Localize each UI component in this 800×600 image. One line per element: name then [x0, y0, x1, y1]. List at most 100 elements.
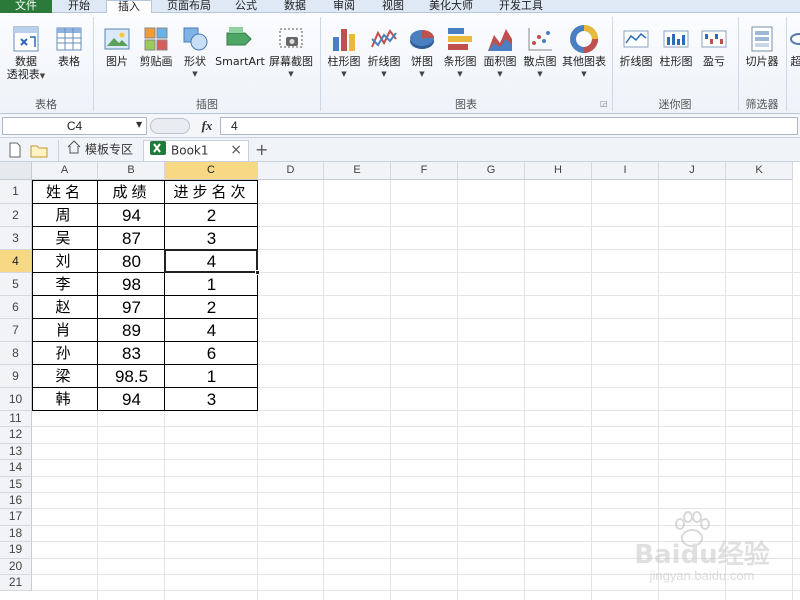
tab-review[interactable]: 审阅	[322, 0, 366, 13]
table-cell[interactable]: 2	[165, 204, 258, 227]
table-cell[interactable]: 梁	[32, 365, 98, 388]
row-header-2[interactable]: 2	[0, 204, 32, 227]
table-cell[interactable]: 1	[165, 273, 258, 296]
table-cell[interactable]: 周	[32, 204, 98, 227]
row-header-13[interactable]: 13	[0, 443, 32, 461]
table-cell[interactable]: 刘	[32, 250, 98, 273]
row-header-12[interactable]: 12	[0, 427, 32, 444]
table-cell[interactable]: 87	[98, 227, 165, 250]
fill-handle[interactable]	[255, 270, 260, 275]
selected-cell-outline[interactable]	[164, 249, 258, 273]
smartart-button[interactable]: SmartArt	[214, 25, 266, 68]
row-header-5[interactable]: 5	[0, 273, 32, 296]
table-cell[interactable]: 3	[165, 388, 258, 411]
new-file-icon[interactable]	[8, 142, 22, 161]
close-icon[interactable]: ×	[230, 141, 242, 160]
table-cell[interactable]: 98	[98, 273, 165, 296]
column-header-d[interactable]: D	[258, 162, 324, 180]
column-header-a[interactable]: A	[32, 162, 98, 180]
tab-view[interactable]: 视图	[370, 0, 416, 13]
table-cell[interactable]: 肖	[32, 319, 98, 342]
table-cell[interactable]: 83	[98, 342, 165, 365]
table-cell[interactable]: 6	[165, 342, 258, 365]
table-cell[interactable]: 李	[32, 273, 98, 296]
table-cell[interactable]: 97	[98, 296, 165, 319]
row-header-19[interactable]: 19	[0, 542, 32, 559]
column-header-b[interactable]: B	[98, 162, 165, 180]
screenshot-button[interactable]: 屏幕截图 ▼	[268, 25, 314, 81]
table-cell[interactable]: 孙	[32, 342, 98, 365]
table-button[interactable]: 表格	[52, 25, 86, 68]
table-cell[interactable]: 94	[98, 388, 165, 411]
row-header-11[interactable]: 11	[0, 411, 32, 428]
table-cell[interactable]: 赵	[32, 296, 98, 319]
row-header-15[interactable]: 15	[0, 476, 32, 493]
tab-insert[interactable]: 插入	[106, 0, 152, 14]
tab-template-zone[interactable]: 模板专区	[58, 140, 142, 161]
table-cell[interactable]: 吴	[32, 227, 98, 250]
tab-formulas[interactable]: 公式	[226, 0, 266, 13]
column-header-h[interactable]: H	[525, 162, 592, 180]
table-cell[interactable]: 89	[98, 319, 165, 342]
tab-data[interactable]: 数据	[272, 0, 318, 13]
chevron-down-icon[interactable]: ▼	[136, 120, 142, 129]
open-folder-icon[interactable]	[30, 142, 48, 161]
row-header-7[interactable]: 7	[0, 319, 32, 342]
column-header-e[interactable]: E	[324, 162, 391, 180]
column-header-g[interactable]: G	[458, 162, 525, 180]
clipart-button[interactable]: 剪贴画	[136, 25, 176, 68]
dialog-launcher-icon[interactable]: ◲	[600, 99, 608, 108]
sparkline-winloss-button[interactable]: 盈亏	[696, 25, 732, 68]
row-header-18[interactable]: 18	[0, 525, 32, 543]
tab-file[interactable]: 文件	[0, 0, 52, 13]
column-header-k[interactable]: K	[726, 162, 793, 180]
pivot-table-button[interactable]: 数据 透视表▼	[4, 25, 48, 83]
formula-input[interactable]: 4	[220, 117, 798, 135]
header-cell[interactable]: 姓名	[32, 180, 98, 204]
table-cell[interactable]: 韩	[32, 388, 98, 411]
scatter-chart-button[interactable]: 散点图 ▼	[520, 25, 560, 81]
column-header-c[interactable]: C	[165, 162, 258, 180]
table-cell[interactable]: 1	[165, 365, 258, 388]
row-header-10[interactable]: 10	[0, 388, 32, 411]
table-cell[interactable]: 2	[165, 296, 258, 319]
table-cell[interactable]: 3	[165, 227, 258, 250]
row-header-9[interactable]: 9	[0, 365, 32, 388]
header-cell[interactable]: 成绩	[98, 180, 165, 204]
row-header-17[interactable]: 17	[0, 509, 32, 526]
row-header-3[interactable]: 3	[0, 227, 32, 250]
other-charts-button[interactable]: 其他图表 ▼	[558, 25, 610, 81]
table-cell[interactable]: 4	[165, 319, 258, 342]
row-header-8[interactable]: 8	[0, 342, 32, 365]
tab-book1[interactable]: Book1 ×	[143, 140, 249, 161]
shapes-button[interactable]: 形状 ▼	[178, 25, 212, 81]
tab-home[interactable]: 开始	[55, 0, 103, 13]
add-tab-icon[interactable]: +	[255, 140, 268, 159]
column-header-i[interactable]: I	[592, 162, 659, 180]
tab-developer[interactable]: 开发工具	[490, 0, 552, 13]
slicer-button[interactable]: 切片器	[742, 25, 782, 68]
row-header-6[interactable]: 6	[0, 296, 32, 319]
row-header-21[interactable]: 21	[0, 575, 32, 592]
table-cell[interactable]: 94	[98, 204, 165, 227]
name-box[interactable]: C4	[2, 117, 147, 135]
formula-bar-splitter[interactable]	[150, 118, 190, 134]
bar-chart-button[interactable]: 条形图 ▼	[440, 25, 480, 81]
tab-page-layout[interactable]: 页面布局	[158, 0, 220, 13]
row-header-14[interactable]: 14	[0, 460, 32, 477]
picture-button[interactable]: 图片	[100, 25, 134, 68]
line-chart-button[interactable]: 折线图 ▼	[364, 25, 404, 81]
row-header-16[interactable]: 16	[0, 493, 32, 510]
table-cell[interactable]: 80	[98, 250, 165, 273]
sparkline-column-button[interactable]: 柱形图	[656, 25, 696, 68]
sparkline-line-button[interactable]: 折线图	[616, 25, 656, 68]
column-header-j[interactable]: J	[659, 162, 726, 180]
hyperlink-button[interactable]: 超	[789, 25, 800, 68]
column-chart-button[interactable]: 柱形图 ▼	[324, 25, 364, 81]
area-chart-button[interactable]: 面积图 ▼	[480, 25, 520, 81]
row-header-4[interactable]: 4	[0, 250, 32, 273]
column-header-f[interactable]: F	[391, 162, 458, 180]
tab-beautify[interactable]: 美化大师	[420, 0, 482, 13]
row-header-1[interactable]: 1	[0, 180, 32, 204]
table-cell[interactable]: 98.5	[98, 365, 165, 388]
